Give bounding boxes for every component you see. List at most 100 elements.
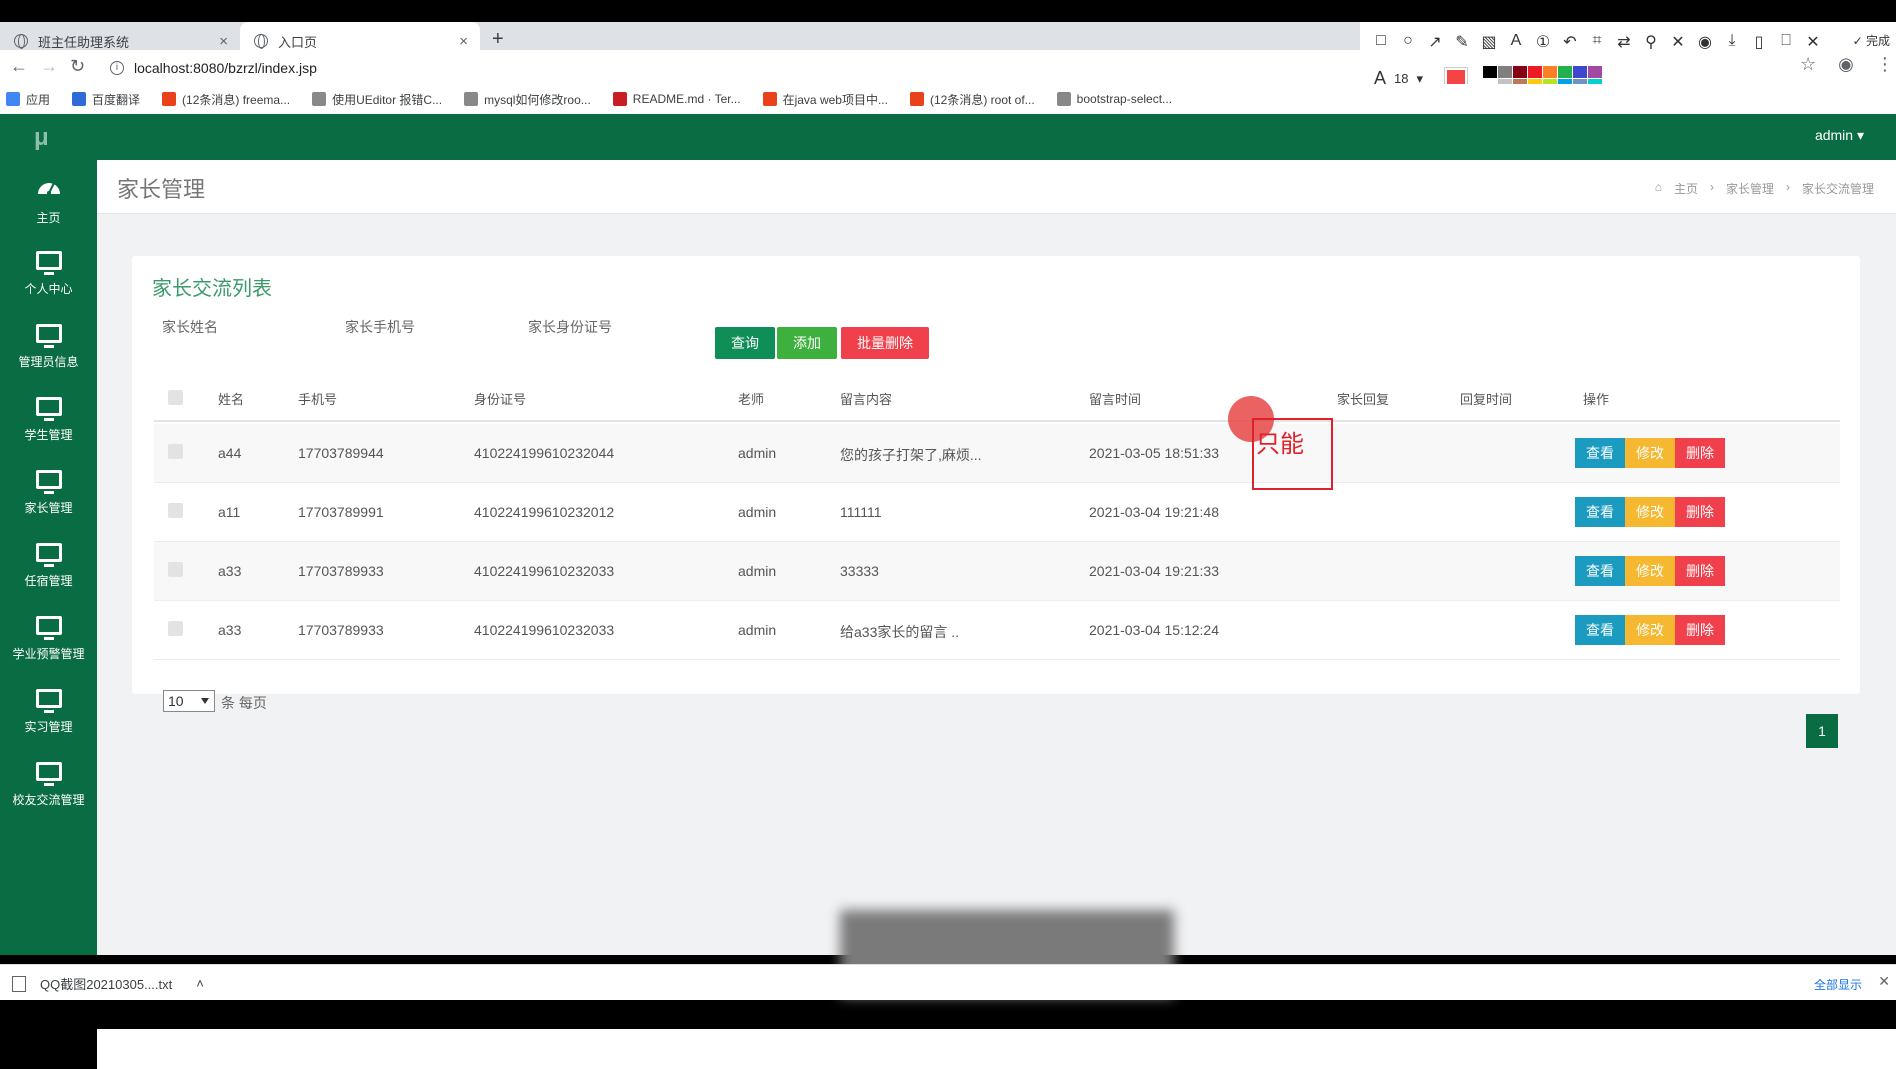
page-button-1[interactable]: 1 (1806, 714, 1838, 748)
browser-right-icons: ☆ ◉ ⋮ (1800, 54, 1894, 75)
bookmark-item[interactable]: bootstrap-select... (1056, 92, 1172, 106)
delete-button[interactable]: 删除 (1675, 497, 1725, 527)
color-swatch[interactable] (1573, 66, 1588, 78)
pen-tool-icon[interactable]: ✎ (1453, 32, 1471, 52)
select-all-checkbox[interactable] (168, 390, 183, 405)
bookmark-item[interactable]: 在java web项目中... (762, 91, 888, 108)
text-tool-icon[interactable]: A (1507, 32, 1525, 52)
show-all-link[interactable]: 全部显示 (1814, 976, 1862, 993)
crop-icon[interactable]: ⌗ (1588, 32, 1606, 52)
page-icon (464, 92, 479, 106)
reload-icon[interactable]: ↻ (70, 56, 85, 77)
search-parent-phone[interactable]: 家长手机号 (345, 317, 415, 337)
sidebar-item[interactable]: 实习管理 (0, 679, 97, 749)
star-icon[interactable]: ☆ (1800, 54, 1816, 75)
color-swatch[interactable] (1588, 66, 1603, 78)
close-icon[interactable]: ✕ (1804, 32, 1822, 52)
home-icon: ⌂ (1654, 180, 1662, 194)
sidebar-item[interactable]: 主页 (0, 168, 97, 238)
add-button[interactable]: 添加 (777, 327, 837, 359)
share-icon[interactable]: ✕ (1669, 32, 1687, 52)
chevron-up-icon[interactable]: ˄ (196, 976, 204, 991)
color-swatch[interactable] (1498, 66, 1513, 78)
breadcrumb-item[interactable]: 家长管理 (1726, 180, 1774, 197)
close-icon[interactable]: ✕ (1878, 973, 1890, 990)
address-bar-row: ← → ↻ i localhost:8080/bzrzl/index.jsp (0, 50, 1360, 86)
bookmark-item[interactable]: 应用 (6, 91, 50, 108)
rectangle-tool-icon[interactable]: □ (1372, 32, 1390, 52)
color-swatch[interactable] (1543, 66, 1558, 78)
bookmark-item[interactable]: (12条消息) freema... (162, 91, 290, 108)
url-field[interactable]: i localhost:8080/bzrzl/index.jsp (110, 55, 1350, 81)
delete-button[interactable]: 删除 (1675, 556, 1725, 586)
edit-button[interactable]: 修改 (1625, 615, 1675, 645)
row-checkbox[interactable] (168, 444, 183, 459)
download-item[interactable]: QQ截图20210305....txt ˄ (12, 974, 204, 993)
save-icon[interactable]: ▯ (1750, 32, 1768, 52)
bookmark-item[interactable]: README.md · Ter... (612, 92, 741, 106)
cell-teacher: admin (738, 504, 777, 520)
footer (97, 1029, 1896, 1069)
row-checkbox[interactable] (168, 621, 183, 636)
forward-arrow-icon[interactable]: → (40, 56, 58, 77)
query-button[interactable]: 查询 (715, 327, 775, 359)
close-icon[interactable]: × (219, 33, 228, 50)
record-icon[interactable]: ◉ (1696, 32, 1714, 52)
table-row: a11 17703789991 410224199610232012 admin 111… (154, 483, 1840, 542)
sidebar-item[interactable]: 学生管理 (0, 387, 97, 457)
download-icon[interactable]: ⤓ (1723, 32, 1741, 52)
monitor-icon (35, 397, 62, 421)
number-tool-icon[interactable]: ① (1534, 32, 1552, 52)
sidebar-item[interactable]: 学业预警管理 (0, 606, 97, 676)
done-button[interactable]: ✓ 完成 (1853, 32, 1890, 49)
sidebar-item[interactable]: 个人中心 (0, 241, 97, 311)
translate-icon[interactable]: ⇄ (1615, 32, 1633, 52)
header-teacher: 老师 (738, 391, 765, 407)
search-parent-id-card[interactable]: 家长身份证号 (528, 317, 612, 337)
delete-button[interactable]: 删除 (1675, 615, 1725, 645)
back-arrow-icon[interactable]: ← (10, 56, 28, 77)
edit-button[interactable]: 修改 (1625, 438, 1675, 468)
bookmark-item[interactable]: mysql如何修改roo... (464, 91, 591, 108)
user-menu[interactable]: admin ▾ (1815, 127, 1864, 144)
new-tab-icon[interactable]: + (492, 28, 504, 51)
profile-avatar-icon[interactable]: ◉ (1838, 54, 1854, 75)
color-swatch[interactable] (1513, 66, 1528, 78)
info-icon[interactable]: i (110, 61, 124, 75)
color-swatch[interactable] (1528, 66, 1543, 78)
row-checkbox[interactable] (168, 503, 183, 518)
search-parent-name[interactable]: 家长姓名 (162, 317, 218, 337)
breadcrumb-item[interactable]: 主页 (1674, 180, 1698, 197)
view-button[interactable]: 查看 (1575, 438, 1625, 468)
view-button[interactable]: 查看 (1575, 615, 1625, 645)
delete-button[interactable]: 删除 (1675, 438, 1725, 468)
page-size-select[interactable]: 10 (163, 690, 215, 712)
menu-icon[interactable]: ⋮ (1876, 54, 1894, 75)
sidebar-item[interactable]: 家长管理 (0, 460, 97, 530)
undo-icon[interactable]: ↶ (1561, 32, 1579, 52)
view-button[interactable]: 查看 (1575, 556, 1625, 586)
edit-button[interactable]: 修改 (1625, 497, 1675, 527)
bookmark-item[interactable]: (12条消息) root of... (909, 91, 1035, 108)
cell-phone: 17703789991 (298, 504, 384, 520)
close-icon[interactable]: × (459, 33, 468, 50)
batch-delete-button[interactable]: 批量删除 (841, 327, 929, 359)
bookmark-item[interactable]: 使用UEditor 报错C... (312, 91, 442, 108)
cell-id-card: 410224199610232033 (474, 622, 615, 638)
sidebar-item[interactable]: 校友交流管理 (0, 752, 97, 822)
breadcrumb-item: 家长交流管理 (1801, 182, 1874, 196)
bookmark-item[interactable]: 百度翻译 (72, 91, 140, 108)
pin-icon[interactable]: ⚲ (1642, 32, 1660, 52)
color-swatch[interactable] (1483, 66, 1498, 78)
mosaic-tool-icon[interactable]: ▧ (1480, 32, 1498, 52)
page-header: 家长管理 ⌂ 主页 › 家长管理 › 家长交流管理 (97, 160, 1896, 214)
arrow-tool-icon[interactable]: ↗ (1426, 32, 1444, 52)
color-swatch[interactable] (1558, 66, 1573, 78)
sidebar-item[interactable]: 管理员信息 (0, 314, 97, 384)
edit-button[interactable]: 修改 (1625, 556, 1675, 586)
row-checkbox[interactable] (168, 562, 183, 577)
ellipse-tool-icon[interactable]: ○ (1399, 32, 1417, 52)
view-button[interactable]: 查看 (1575, 497, 1625, 527)
sidebar-item[interactable]: 任宿管理 (0, 533, 97, 603)
bookmark-icon[interactable]: ⎕ (1777, 32, 1795, 52)
